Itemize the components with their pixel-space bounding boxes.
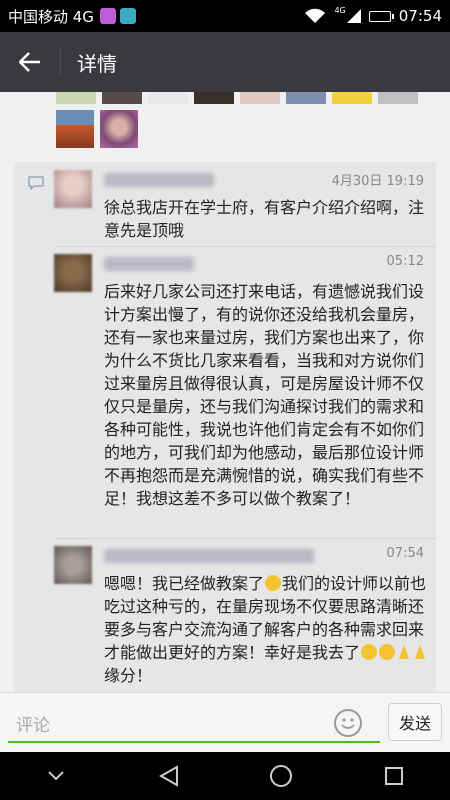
clock: 07:54 [398,7,442,25]
avatar[interactable] [54,254,92,292]
detail-content[interactable]: 4月30日 19:19 徐总我店开在学士府，有客户介绍介绍啊，注意先是顶哦 05… [0,92,450,692]
comment-time: 05:12 [386,254,424,269]
divider [54,246,436,247]
comment-item[interactable]: 4月30日 19:19 徐总我店开在学士府，有客户介绍介绍啊，注意先是顶哦 [54,170,429,240]
battery-icon [368,10,394,22]
photo-thumb[interactable] [240,92,280,104]
circle-home-icon [270,765,293,787]
comment-text: 徐总我店开在学士府，有客户介绍介绍啊，注意先是顶哦 [104,198,425,240]
carrier-label: 中国移动 4G [8,7,94,26]
network-type: 4G [334,6,346,15]
pray-emoji-icon [399,645,410,659]
store-app-icon [119,8,136,24]
status-bar: 中国移动 4G 4G 07:54 [0,0,450,32]
back-button[interactable] [0,32,60,92]
comment-time: 4月30日 19:19 [331,174,424,189]
app-toolbar: 详情 [0,32,450,92]
nav-recents-button[interactable] [369,752,419,800]
comment-text-part: 缘分！ [104,666,153,685]
avatar[interactable] [54,170,92,208]
comment-list: 4月30日 19:19 徐总我店开在学士府，有客户介绍介绍啊，注意先是顶哦 05… [14,162,436,692]
commenter-name[interactable] [104,549,314,563]
photo-thumb[interactable] [194,92,234,104]
triangle-back-icon [158,765,178,787]
photo-strip [56,110,138,148]
commenter-name[interactable] [104,257,194,271]
photo-thumb[interactable] [56,92,96,104]
photo-thumb[interactable] [148,92,188,104]
grin-emoji-icon [379,644,396,660]
nav-home-button[interactable] [256,752,306,800]
comment-input-bar: 评论 发送 [0,692,450,752]
toolbar-divider [60,48,61,76]
comment-text: 嗯嗯！我已经做教案了 我们的设计师以前也吃过这种亏的，在量房现场不仅要思路清晰还要… [104,572,429,687]
grin-emoji-icon [361,644,378,660]
hide-keyboard-button[interactable] [31,752,81,800]
wifi-icon [305,8,326,23]
emoji-picker-button[interactable] [334,709,362,737]
divider [54,538,436,539]
smiley-icon [341,718,355,729]
grin-emoji-icon [265,575,282,591]
comment-header: 4月30日 19:19 [104,170,424,190]
commenter-name[interactable] [104,173,214,187]
square-recents-icon [384,767,403,785]
photo-thumb[interactable] [378,92,418,104]
photo-strip-top [56,92,418,104]
comment-header: 05:12 [104,254,424,274]
chevron-down-icon [48,771,64,781]
nav-back-button[interactable] [144,752,194,800]
game-app-icon [99,8,116,24]
comment-time: 07:54 [386,546,424,561]
page-title: 详情 [77,51,117,76]
system-nav-bar [0,752,450,800]
avatar[interactable] [54,546,92,584]
comment-item[interactable]: 07:54 嗯嗯！我已经做教案了 我们的设计师以前也吃过这种亏的，在量房现场不仅要… [54,546,429,692]
comment-item[interactable]: 05:12 后来好几家公司还打来电话，有遗憾说我们设计方案出慢了，有的说你还没给… [54,254,429,534]
pray-emoji-icon [415,645,426,659]
photo-thumb[interactable] [56,110,94,148]
comment-input-placeholder: 评论 [16,716,50,736]
photo-thumb[interactable] [100,110,138,148]
notification-icons [99,8,136,24]
photo-thumb[interactable] [102,92,142,104]
send-button[interactable]: 发送 [388,703,442,741]
signal-icon: 4G [334,6,361,23]
arrow-left-icon [19,52,40,72]
comment-text: 后来好几家公司还打来电话，有遗憾说我们设计方案出慢了，有的说你还没给我机会量房，… [104,282,425,508]
comment-header: 07:54 [104,546,424,566]
photo-thumb[interactable] [332,92,372,104]
photo-thumb[interactable] [286,92,326,104]
comment-bubble-icon [28,176,44,190]
comment-text-part: 嗯嗯！我已经做教案了 [104,574,265,593]
comment-input[interactable]: 评论 [8,701,380,743]
